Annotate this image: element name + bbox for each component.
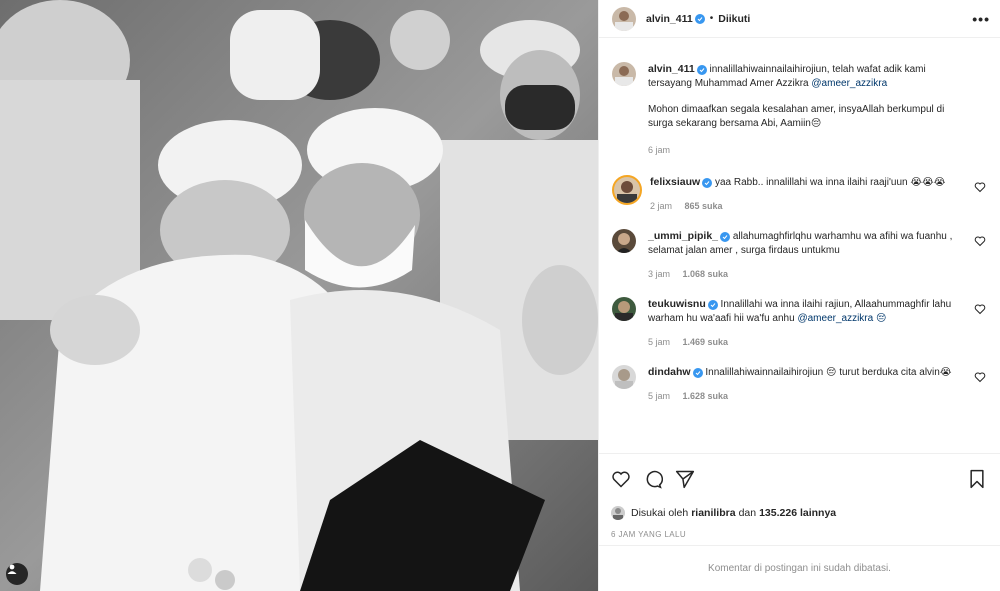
- comment-likes[interactable]: 1.469 suka: [683, 337, 729, 347]
- verified-badge-icon: [696, 65, 707, 75]
- verified-badge-icon: [707, 300, 718, 310]
- caption-username[interactable]: alvin_411: [648, 63, 695, 75]
- comment-like-heart-icon[interactable]: [974, 371, 986, 383]
- commenter-avatar[interactable]: [612, 175, 642, 205]
- instagram-post-view: alvin_411 • Diikuti ••• alvin_411 innali…: [0, 0, 1000, 591]
- commenter-avatar[interactable]: [612, 365, 636, 389]
- separator-dot: •: [709, 13, 714, 24]
- comments-list: alvin_411 innalillahiwainnailaihirojiun,…: [599, 38, 1000, 453]
- comment-username[interactable]: teukuwisnu: [648, 298, 706, 310]
- author-username[interactable]: alvin_411: [646, 13, 693, 25]
- comment-meta: 5 jam 1.469 suka: [648, 335, 966, 349]
- comment-item: _ummi_pipik_ allahumaghfirlqhu warhamhu …: [612, 229, 986, 281]
- comment-likes[interactable]: 1.628 suka: [683, 391, 729, 401]
- comment-username[interactable]: dindahw: [648, 366, 691, 378]
- caption-time[interactable]: 6 jam: [648, 145, 670, 155]
- comment-time[interactable]: 3 jam: [648, 269, 670, 279]
- comment-text: Innalillahiwainnailaihirojiun 😔 turut be…: [705, 367, 952, 378]
- liker-username[interactable]: rianilibra: [691, 507, 735, 519]
- comment-like-heart-icon[interactable]: [974, 181, 986, 193]
- verified-badge-icon: [720, 232, 731, 242]
- comment-item: dindahw Innalillahiwainnailaihirojiun 😔 …: [612, 365, 986, 403]
- author-avatar[interactable]: [612, 6, 636, 31]
- comment-likes[interactable]: 865 suka: [685, 201, 723, 211]
- likes-count[interactable]: 135.226 lainnya: [759, 507, 836, 519]
- like-heart-icon[interactable]: [611, 469, 631, 489]
- comment-mention-link[interactable]: @ameer_azzikra 😔: [797, 313, 886, 324]
- photo-illustration: [0, 0, 598, 591]
- likes-prefix: Disukai oleh: [631, 507, 689, 519]
- commenter-avatar[interactable]: [612, 297, 636, 321]
- comment-username[interactable]: _ummi_pipik_: [648, 230, 718, 242]
- comment-time[interactable]: 2 jam: [650, 201, 672, 211]
- caption: alvin_411 innalillahiwainnailaihirojiun,…: [612, 62, 986, 157]
- comment-item: felixsiauw yaa Rabb.. innalillahi wa inn…: [612, 175, 986, 213]
- comment-meta: 2 jam 865 suka: [650, 199, 966, 213]
- share-paper-plane-icon[interactable]: [675, 469, 695, 489]
- comment-time[interactable]: 5 jam: [648, 391, 670, 401]
- verified-badge-icon: [702, 178, 713, 188]
- comment-like-heart-icon[interactable]: [974, 303, 986, 315]
- verified-badge-icon: [692, 368, 703, 378]
- comment-username[interactable]: felixsiauw: [650, 176, 700, 188]
- user-tag-icon[interactable]: [6, 563, 28, 585]
- follow-status-button[interactable]: Diikuti: [718, 13, 750, 25]
- post-header: alvin_411 • Diikuti •••: [599, 0, 1000, 38]
- save-bookmark-icon[interactable]: [968, 469, 986, 489]
- caption-text-2: Mohon dimaafkan segala kesalahan amer, i…: [648, 104, 945, 129]
- comment-likes[interactable]: 1.068 suka: [683, 269, 729, 279]
- liker-avatar[interactable]: [611, 506, 625, 520]
- likes-middle: dan: [738, 507, 757, 519]
- commenter-avatar[interactable]: [612, 229, 636, 253]
- comment-meta: 3 jam 1.068 suka: [648, 267, 966, 281]
- caption-mention-link[interactable]: @ameer_azzikra: [811, 78, 887, 89]
- more-options-icon[interactable]: •••: [972, 11, 990, 27]
- caption-meta: 6 jam: [648, 143, 966, 157]
- comment-text: yaa Rabb.. innalillahi wa inna ilaihi ra…: [714, 177, 946, 188]
- post-details-panel: alvin_411 • Diikuti ••• alvin_411 innali…: [598, 0, 1000, 591]
- comment-bubble-icon[interactable]: [643, 469, 663, 489]
- verified-badge-icon: [694, 13, 705, 24]
- comments-closed-notice: Komentar di postingan ini sudah dibatasi…: [599, 545, 1000, 591]
- comment-item: teukuwisnu Innalillahi wa inna ilaihi ra…: [612, 297, 986, 349]
- comment-like-heart-icon[interactable]: [974, 235, 986, 247]
- caption-author-avatar[interactable]: [612, 62, 636, 86]
- post-photo[interactable]: [0, 0, 598, 591]
- post-timestamp[interactable]: 6 JAM YANG LALU: [599, 523, 1000, 545]
- likes-summary: Disukai oleh rianilibra dan 135.226 lain…: [599, 503, 1000, 523]
- comment-meta: 5 jam 1.628 suka: [648, 389, 966, 403]
- post-actions-bar: [599, 453, 1000, 503]
- comment-time[interactable]: 5 jam: [648, 337, 670, 347]
